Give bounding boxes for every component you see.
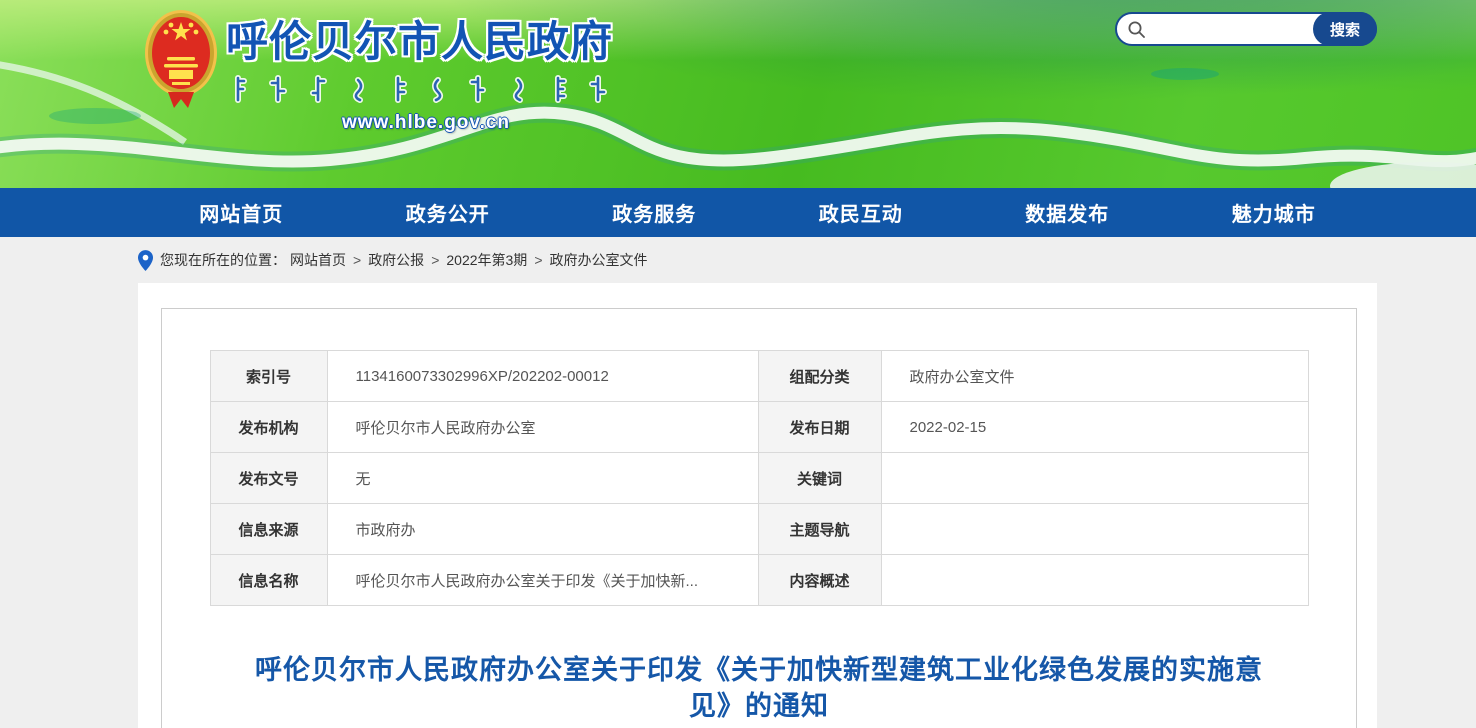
nav-item-city[interactable]: 魅力城市 bbox=[1232, 198, 1316, 227]
nav-item-gov-service[interactable]: 政务服务 bbox=[612, 198, 696, 227]
mongolian-script bbox=[230, 75, 622, 105]
breadcrumb-separator: > bbox=[431, 252, 439, 268]
site-brand: 呼伦贝尔市人民政府 www.hlbe.gov.cn bbox=[226, 8, 626, 134]
breadcrumb-separator: > bbox=[534, 252, 542, 268]
meta-label: 主题导航 bbox=[758, 504, 881, 555]
site-title: 呼伦贝尔市人民政府 bbox=[226, 8, 626, 69]
header-banner: 呼伦贝尔市人民政府 www.hlbe.gov.cn 搜索 bbox=[0, 0, 1476, 188]
meta-value: 2022-02-15 bbox=[881, 402, 1308, 453]
meta-value bbox=[881, 504, 1308, 555]
document-card: 索引号 1134160073302996XP/202202-00012 组配分类… bbox=[161, 308, 1357, 728]
meta-label: 内容概述 bbox=[758, 555, 881, 606]
breadcrumb-bar: 您现在所在的位置： 网站首页 > 政府公报 > 2022年第3期 > 政府办公室… bbox=[0, 237, 1476, 283]
content-panel: 索引号 1134160073302996XP/202202-00012 组配分类… bbox=[138, 283, 1377, 728]
document-meta-table: 索引号 1134160073302996XP/202202-00012 组配分类… bbox=[210, 350, 1309, 606]
meta-value: 1134160073302996XP/202202-00012 bbox=[327, 351, 758, 402]
meta-value bbox=[881, 555, 1308, 606]
search-box: 搜索 bbox=[1115, 12, 1377, 46]
meta-label: 发布文号 bbox=[210, 453, 327, 504]
meta-label: 信息来源 bbox=[210, 504, 327, 555]
meta-label: 关键词 bbox=[758, 453, 881, 504]
table-row: 信息名称 呼伦贝尔市人民政府办公室关于印发《关于加快新... 内容概述 bbox=[210, 555, 1308, 606]
meta-label: 发布日期 bbox=[758, 402, 881, 453]
breadcrumb-link-gazette[interactable]: 政府公报 bbox=[368, 250, 424, 270]
meta-value bbox=[881, 453, 1308, 504]
nav-item-home[interactable]: 网站首页 bbox=[199, 198, 283, 227]
meta-value: 呼伦贝尔市人民政府办公室关于印发《关于加快新... bbox=[327, 555, 758, 606]
meta-label: 组配分类 bbox=[758, 351, 881, 402]
nav-item-data[interactable]: 数据发布 bbox=[1025, 198, 1109, 227]
breadcrumb-prefix: 您现在所在的位置： bbox=[160, 250, 286, 270]
nav-item-interaction[interactable]: 政民互动 bbox=[819, 198, 903, 227]
nav-item-gov-info[interactable]: 政务公开 bbox=[406, 198, 490, 227]
meta-value: 市政府办 bbox=[327, 504, 758, 555]
table-row: 发布文号 无 关键词 bbox=[210, 453, 1308, 504]
site-url: www.hlbe.gov.cn bbox=[226, 112, 626, 134]
table-row: 索引号 1134160073302996XP/202202-00012 组配分类… bbox=[210, 351, 1308, 402]
meta-value: 政府办公室文件 bbox=[881, 351, 1308, 402]
meta-value: 呼伦贝尔市人民政府办公室 bbox=[327, 402, 758, 453]
table-row: 信息来源 市政府办 主题导航 bbox=[210, 504, 1308, 555]
breadcrumb-link-docs[interactable]: 政府办公室文件 bbox=[550, 250, 648, 270]
meta-label: 信息名称 bbox=[210, 555, 327, 606]
location-pin-icon bbox=[138, 250, 153, 271]
search-icon bbox=[1127, 20, 1146, 39]
search-button[interactable]: 搜索 bbox=[1313, 12, 1377, 46]
breadcrumb: 您现在所在的位置： 网站首页 > 政府公报 > 2022年第3期 > 政府办公室… bbox=[138, 237, 1476, 283]
breadcrumb-link-issue[interactable]: 2022年第3期 bbox=[446, 250, 527, 270]
breadcrumb-separator: > bbox=[353, 252, 361, 268]
national-emblem bbox=[142, 8, 220, 110]
table-row: 发布机构 呼伦贝尔市人民政府办公室 发布日期 2022-02-15 bbox=[210, 402, 1308, 453]
main-nav: 网站首页 政务公开 政务服务 政民互动 数据发布 魅力城市 bbox=[0, 188, 1476, 237]
meta-label: 发布机构 bbox=[210, 402, 327, 453]
meta-label: 索引号 bbox=[210, 351, 327, 402]
breadcrumb-link-home[interactable]: 网站首页 bbox=[290, 250, 346, 270]
article-title: 呼伦贝尔市人民政府办公室关于印发《关于加快新型建筑工业化绿色发展的实施意见》的通… bbox=[249, 652, 1269, 724]
meta-value: 无 bbox=[327, 453, 758, 504]
